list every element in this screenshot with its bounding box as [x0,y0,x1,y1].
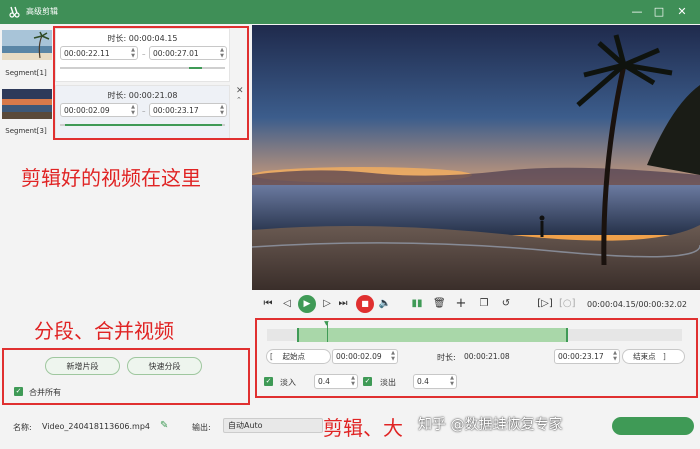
segment-caption: Segment[1] [5,69,47,77]
segment-thumbnail[interactable] [2,89,52,119]
skip-to-end-icon[interactable]: ⏭ [337,297,349,311]
time-readout: 00:00:04.15/00:00:32.02 [587,300,687,309]
fade-out-field[interactable]: 0.4 ▲ ▼ [413,374,457,389]
fade-out-label: 淡出 [380,378,396,387]
play-button[interactable]: ▶ [298,295,316,313]
fade-in-field[interactable]: 0.4 ▲ ▼ [314,374,358,389]
copy-icon[interactable]: ❐ [478,297,490,311]
next-frame-icon[interactable]: ▷ [321,297,333,311]
skip-to-start-icon[interactable]: ⏮ [262,297,274,311]
quick-split-button[interactable]: 快速分段 [127,357,202,375]
export-button[interactable] [612,417,694,435]
minimize-icon[interactable]: — [629,4,645,20]
segments-annotation: 剪辑好的视频在这里 [21,166,201,190]
output-select[interactable]: 自动Auto [223,418,323,433]
playhead-marker-icon[interactable]: ▼ [324,320,329,327]
maximize-icon[interactable]: □ [651,4,667,20]
stop-button[interactable]: ■ [356,295,374,313]
close-icon[interactable]: ✕ [674,4,690,20]
reset-icon[interactable]: ↺ [500,297,512,311]
previous-frame-icon[interactable]: ◁ [281,297,293,311]
trim-length-label: 时长: [437,353,456,362]
merge-all-label: 合并所有 [29,388,61,397]
end-time-field[interactable]: 00:00:23.17 ▲ ▼ [554,349,620,364]
volume-icon[interactable]: 🔈 [378,297,392,311]
add-icon[interactable]: + [455,297,467,311]
set-start-button[interactable]: [ 起始点 [266,349,331,364]
split-clip-icon[interactable]: ▮▮ [410,297,424,311]
trim-annotation: 剪辑、大 [323,416,403,440]
video-preview[interactable] [252,25,700,290]
file-name-value: Video_240418113606.mp4 [42,422,150,431]
new-segment-button[interactable]: 新增片段 [45,357,120,375]
mark-in-out-icon[interactable]: [▷] [537,297,553,311]
trim-length-value: 00:00:21.08 [464,352,510,361]
segment-caption: Segment[3] [5,127,47,135]
fade-out-checkbox[interactable]: ✓ [363,377,372,386]
segments-highlight-box [53,26,249,140]
start-time-field[interactable]: 00:00:02.09 ▲ ▼ [332,349,398,364]
fade-in-checkbox[interactable]: ✓ [264,377,273,386]
split-merge-annotation: 分段、合并视频 [34,319,174,343]
file-name-label: 名称: [13,423,32,432]
delete-icon[interactable]: 🗑 [433,297,446,311]
segment-thumbnail[interactable] [2,30,52,60]
edit-name-icon[interactable]: ✎ [160,420,168,431]
output-label: 输出: [192,423,211,432]
window-title: 高级剪辑 [26,7,58,16]
title-bar: 高级剪辑 — □ ✕ [0,0,700,24]
set-end-button[interactable]: 结束点 ] [622,349,685,364]
snapshot-icon[interactable]: [○] [559,297,576,311]
merge-all-checkbox[interactable]: ✓ [14,387,23,396]
fade-in-label: 淡入 [280,378,296,387]
timeline-selection[interactable] [297,328,568,342]
watermark: 知乎 @数据蛙恢复专家 [418,417,563,433]
app-logo-icon [9,6,20,18]
